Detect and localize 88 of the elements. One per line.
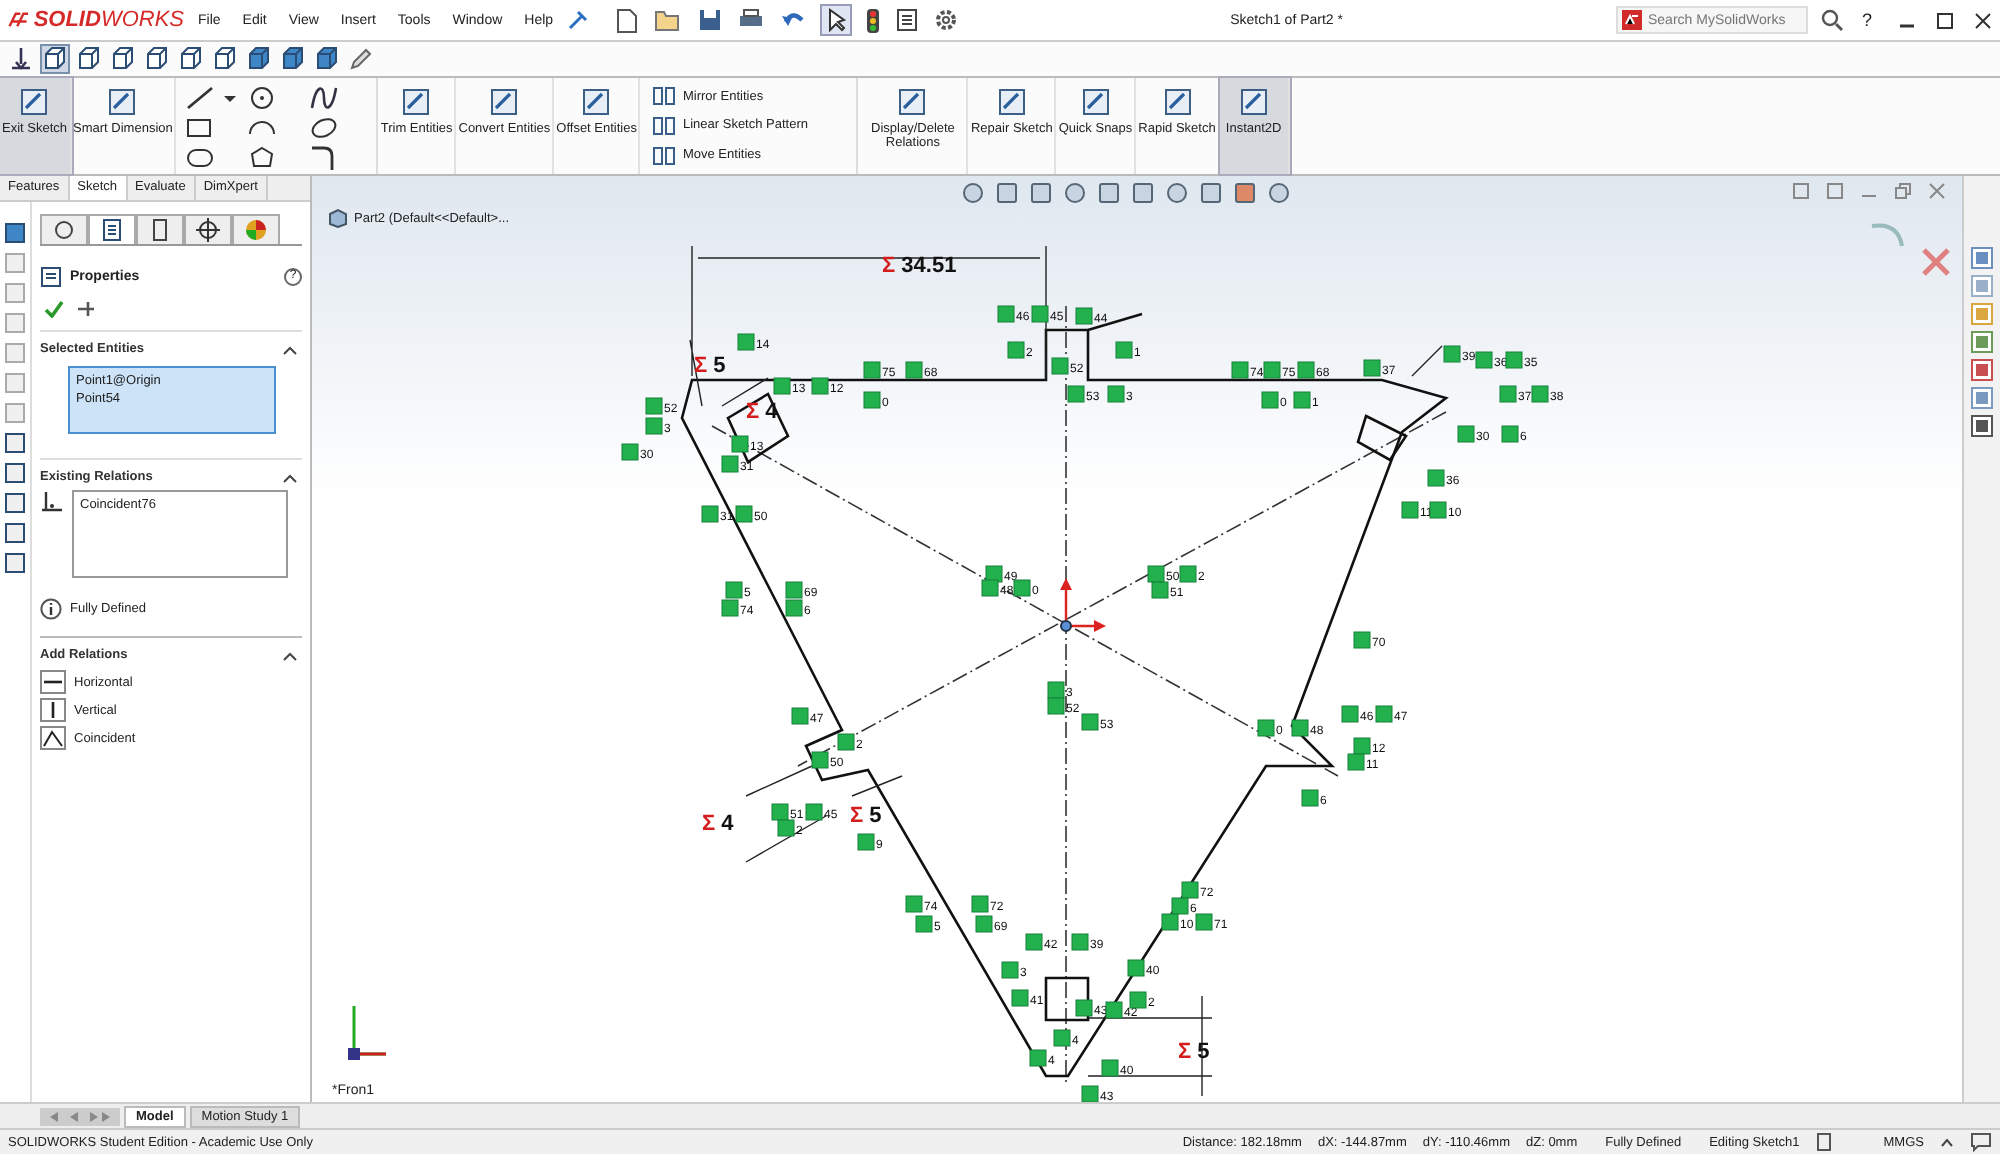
vertical-relation-icon[interactable] (40, 698, 66, 722)
command-icon (652, 145, 677, 166)
coincident-relation-icon[interactable] (40, 726, 66, 750)
command-icon (652, 115, 677, 136)
crosshair-icon[interactable] (184, 214, 232, 244)
dimension-label[interactable]: Σ 34.51 (882, 254, 957, 278)
tab-scroll-arrows-icon[interactable] (40, 1107, 120, 1125)
view-cube-icon[interactable] (110, 46, 136, 72)
coordinate-triad-icon (348, 1006, 388, 1060)
dimension-label[interactable]: Σ 4 (702, 812, 734, 836)
view-cube-icon[interactable] (212, 46, 238, 72)
view-toolbar-icon[interactable] (962, 182, 984, 204)
view-toolbar-icon[interactable] (1200, 182, 1222, 204)
view-toolbar-icon[interactable] (1098, 182, 1120, 204)
save-icon[interactable] (697, 8, 722, 32)
view-cube-icon[interactable] (144, 46, 170, 72)
info-icon (40, 598, 62, 620)
dimension-label[interactable]: Σ 5 (850, 804, 882, 828)
view-cube-icon[interactable] (280, 46, 306, 72)
command-icon (995, 86, 1028, 118)
command-icon (1079, 86, 1112, 118)
view-toolbar-icon[interactable] (1166, 182, 1188, 204)
sketch-origin-icon (1060, 578, 1106, 632)
command-icon (106, 86, 139, 118)
view-cube-icon[interactable] (314, 46, 340, 72)
view-cube-icon[interactable] (42, 46, 68, 72)
view-tool-icon[interactable] (4, 222, 26, 244)
pin-icon[interactable] (567, 10, 588, 30)
view-tool-icon[interactable] (4, 492, 26, 514)
task-pane-icon[interactable] (1970, 414, 1994, 438)
part-icon (328, 208, 348, 228)
view-toolbar-icon[interactable] (1132, 182, 1154, 204)
pencil-icon[interactable] (348, 46, 374, 72)
view-tool-icon[interactable] (4, 552, 26, 574)
restore-icon[interactable] (1894, 182, 1912, 200)
command-icon (1161, 86, 1193, 118)
collapse-caret-icon[interactable] (282, 471, 298, 483)
collapse-caret-icon[interactable] (282, 343, 298, 355)
search-icon[interactable] (1819, 8, 1844, 32)
view-toolbar-icon[interactable] (996, 182, 1018, 204)
print-icon[interactable] (737, 8, 764, 32)
view-cube-icon[interactable] (76, 46, 102, 72)
configuration-icon[interactable] (136, 214, 184, 244)
view-toolbar-icon[interactable] (1064, 182, 1086, 204)
command-icon (580, 86, 613, 118)
normal-to-icon[interactable] (8, 46, 34, 72)
dimension-label[interactable]: Σ 5 (694, 354, 726, 378)
collapse-caret-icon[interactable] (282, 649, 298, 661)
task-pane-icon[interactable] (1970, 246, 1994, 270)
view-tool-icon[interactable] (4, 462, 26, 484)
help-button[interactable]: ? (1855, 10, 1878, 30)
new-document-icon[interactable] (615, 7, 638, 33)
view-cube-icon[interactable] (246, 46, 272, 72)
caret-icon[interactable] (1940, 1137, 1954, 1147)
command-icon (652, 86, 677, 107)
chat-icon[interactable] (1970, 1132, 1992, 1152)
view-tool-icon[interactable] (4, 432, 26, 454)
command-icon (1237, 86, 1270, 118)
command-icon (488, 86, 521, 118)
solidworks-logo: SOLIDWORKS (8, 8, 184, 32)
view-toolbar-icon[interactable] (1030, 182, 1052, 204)
tile-icon[interactable] (1792, 182, 1810, 200)
close-icon[interactable] (1974, 11, 1992, 29)
properties-icon (40, 266, 62, 288)
command-icon (400, 86, 433, 118)
open-folder-icon[interactable] (653, 8, 682, 32)
rebuild-icon[interactable] (1815, 1132, 1832, 1152)
feature-tree-icon[interactable] (40, 214, 88, 244)
task-pane-icon[interactable] (1970, 330, 1994, 354)
view-cube-icon[interactable] (178, 46, 204, 72)
solidworks-badge-icon (1621, 10, 1642, 30)
command-icon (18, 86, 51, 118)
view-toolbar-icon[interactable] (1234, 182, 1256, 204)
pushpin-icon[interactable] (76, 300, 96, 318)
tile-icon[interactable] (1826, 182, 1844, 200)
command-icon (896, 86, 929, 118)
traffic-light-icon[interactable] (865, 7, 880, 33)
property-manager-icon[interactable] (88, 214, 136, 244)
view-toolbar-icon[interactable] (1268, 182, 1290, 204)
coincident-relation-icon (40, 490, 64, 514)
task-pane-icon[interactable] (1970, 358, 1994, 382)
select-cursor-icon[interactable] (821, 6, 850, 34)
view-tool-icon[interactable] (4, 522, 26, 544)
checkmark-icon[interactable] (44, 300, 64, 318)
file-properties-icon[interactable] (895, 8, 918, 32)
horizontal-relation-icon[interactable] (40, 670, 66, 694)
maximize-icon[interactable] (1936, 11, 1954, 29)
settings-icon[interactable] (933, 8, 958, 32)
